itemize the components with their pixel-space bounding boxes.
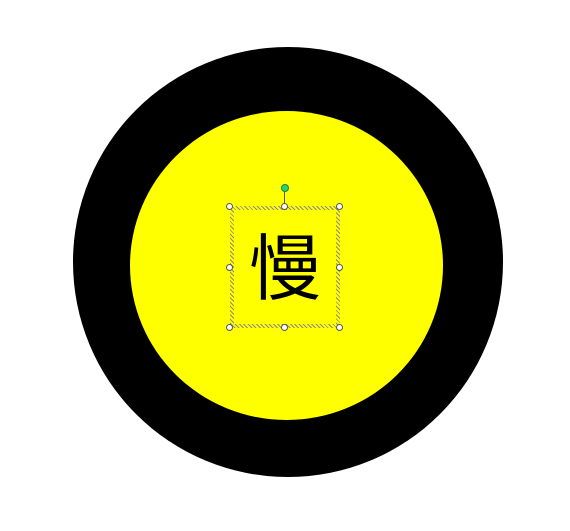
resize-handle-bottom-center[interactable] [281, 324, 288, 331]
resize-handle-middle-left[interactable] [226, 264, 233, 271]
resize-handle-top-right[interactable] [336, 203, 343, 210]
text-box-character[interactable]: 慢 [249, 233, 321, 305]
resize-handle-top-center[interactable] [281, 203, 288, 210]
resize-handle-middle-right[interactable] [336, 264, 343, 271]
resize-handle-bottom-right[interactable] [336, 324, 343, 331]
resize-handle-top-left[interactable] [226, 203, 233, 210]
rotate-handle-icon[interactable] [281, 184, 289, 192]
text-box-content[interactable]: 慢 [234, 210, 336, 324]
resize-handle-bottom-left[interactable] [226, 324, 233, 331]
selected-text-box[interactable]: 慢 [230, 206, 340, 328]
